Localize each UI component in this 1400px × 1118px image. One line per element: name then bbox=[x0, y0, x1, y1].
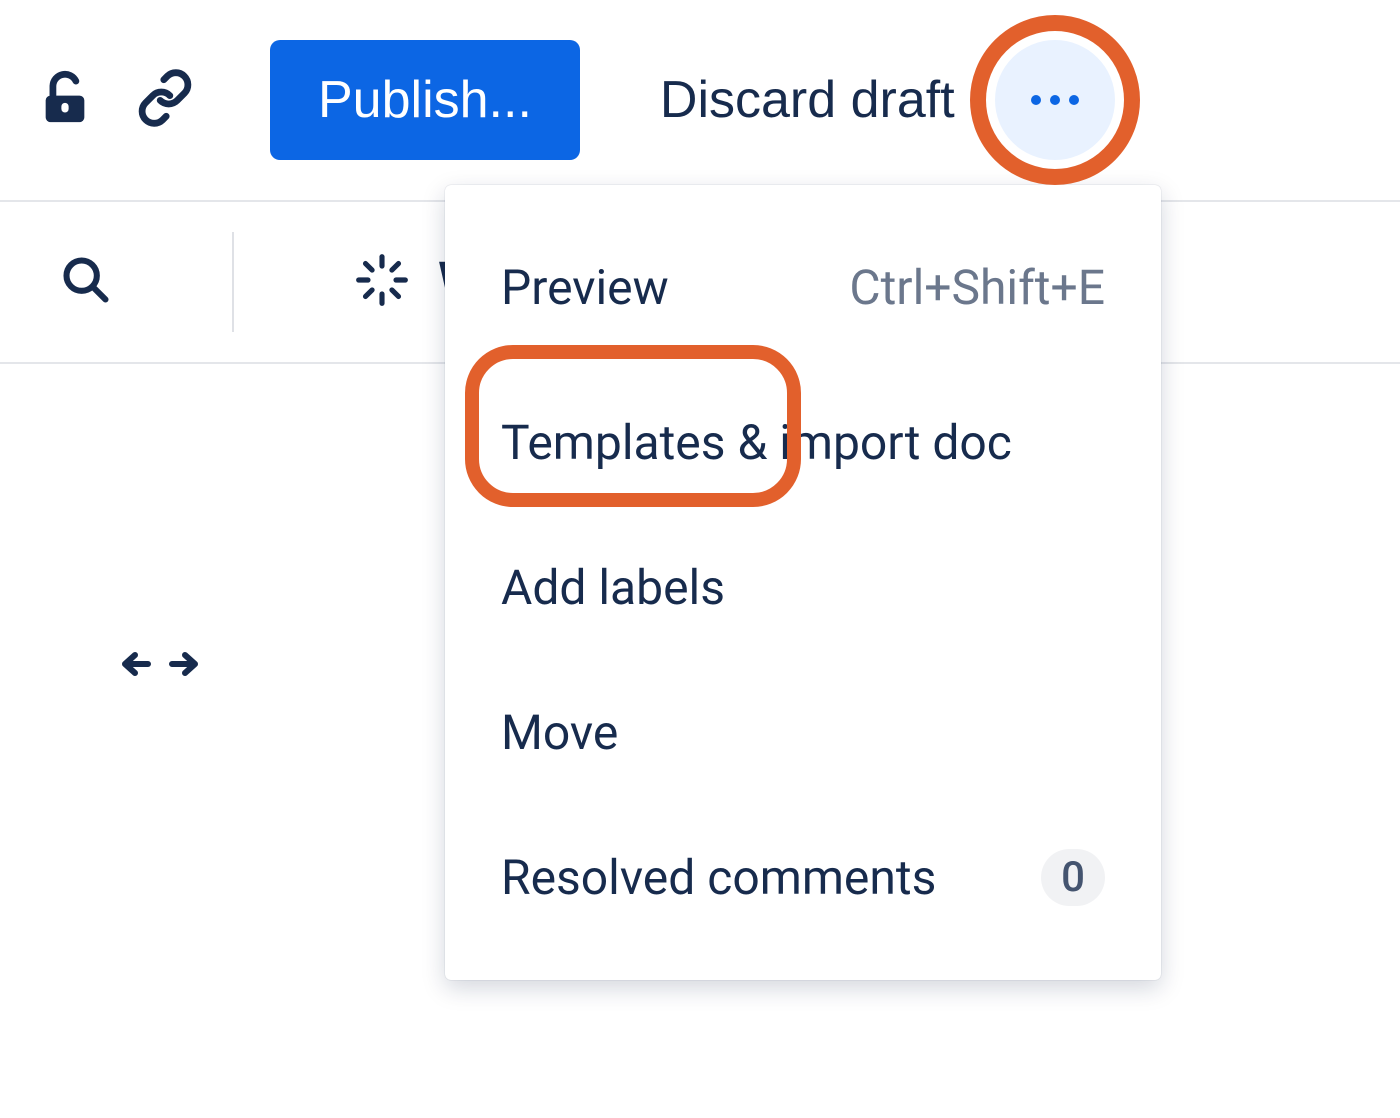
menu-item-label: Add labels bbox=[501, 559, 725, 616]
horizontal-arrows-icon bbox=[120, 669, 200, 688]
resolved-comments-count-badge: 0 bbox=[1041, 849, 1105, 906]
menu-item-preview[interactable]: Preview Ctrl+Shift+E bbox=[445, 215, 1161, 360]
more-actions-button[interactable] bbox=[995, 40, 1115, 160]
unlocked-padlock-icon bbox=[36, 69, 94, 131]
discard-draft-button[interactable]: Discard draft bbox=[660, 70, 955, 130]
publish-button[interactable]: Publish... bbox=[270, 40, 580, 160]
menu-item-move[interactable]: Move bbox=[445, 660, 1161, 805]
sub-toolbar-divider bbox=[232, 232, 234, 332]
search-icon bbox=[60, 254, 112, 310]
restrictions-button[interactable] bbox=[30, 65, 100, 135]
menu-item-templates[interactable]: Templates & import doc bbox=[445, 370, 1161, 515]
menu-item-label: Resolved comments bbox=[501, 849, 936, 906]
editor-toolbar: Publish... Discard draft bbox=[0, 0, 1400, 200]
menu-item-label: Move bbox=[501, 704, 618, 761]
menu-item-add-labels[interactable]: Add labels bbox=[445, 515, 1161, 660]
menu-item-label: Templates & import doc bbox=[501, 414, 1012, 471]
find-button[interactable] bbox=[60, 254, 112, 310]
ellipsis-icon bbox=[1030, 91, 1080, 110]
menu-item-shortcut: Ctrl+Shift+E bbox=[849, 259, 1105, 316]
copy-link-button[interactable] bbox=[130, 65, 200, 135]
link-icon bbox=[136, 69, 194, 131]
spinner-icon bbox=[354, 252, 410, 312]
more-actions-wrapper bbox=[995, 40, 1115, 160]
more-actions-menu: Preview Ctrl+Shift+E Templates & import … bbox=[445, 185, 1161, 980]
menu-item-resolved-comments[interactable]: Resolved comments 0 bbox=[445, 805, 1161, 950]
menu-item-label: Preview bbox=[501, 259, 669, 316]
column-resize-handle[interactable] bbox=[120, 644, 200, 688]
